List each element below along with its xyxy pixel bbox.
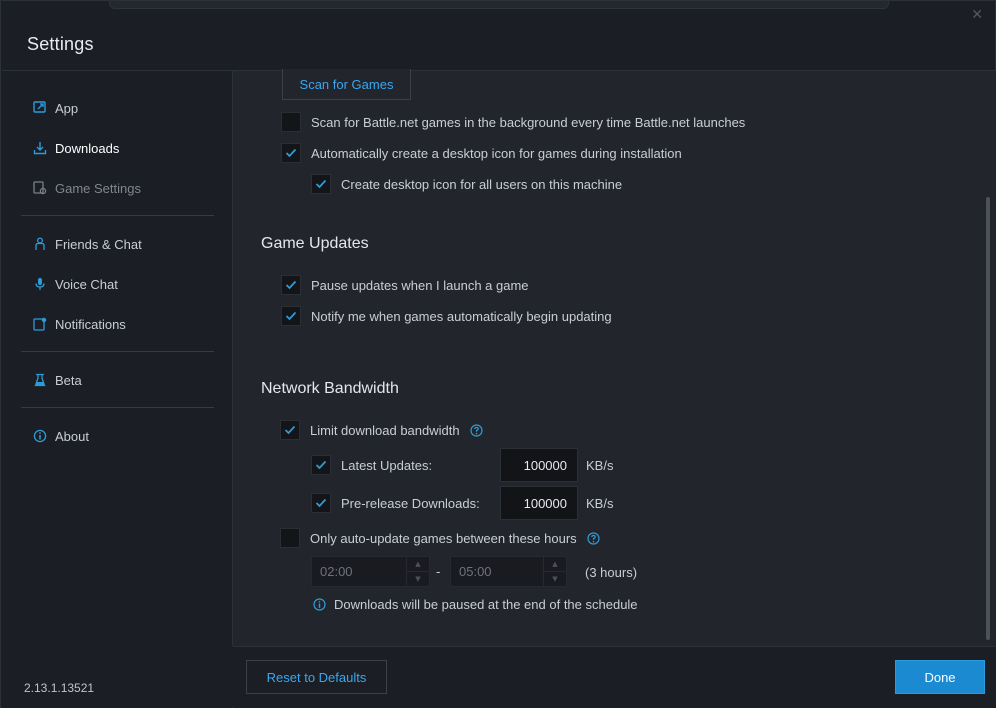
sidebar-item-about[interactable]: About (32, 425, 89, 447)
version-label: 2.13.1.13521 (24, 681, 95, 695)
unit-label: KB/s (586, 496, 614, 511)
help-icon[interactable] (587, 531, 600, 545)
option-label: Only auto-update games between these hou… (310, 530, 577, 546)
background-window-edge (109, 1, 889, 9)
unit-label: KB/s (586, 458, 614, 473)
beta-flask-icon (32, 372, 48, 388)
scan-background-option[interactable]: Scan for Battle.net games in the backgro… (281, 112, 745, 132)
pause-updates-checkbox[interactable] (281, 275, 301, 295)
pause-updates-option[interactable]: Pause updates when I launch a game (281, 275, 529, 295)
start-time-input[interactable]: 02:00 ▲ ▼ (311, 556, 430, 587)
sidebar-item-beta[interactable]: Beta (32, 369, 82, 391)
sidebar-item-label: Notifications (55, 316, 126, 332)
prerelease-downloads-input[interactable]: 100000 (500, 486, 578, 520)
desktop-icon-option[interactable]: Automatically create a desktop icon for … (281, 143, 682, 163)
sidebar-item-label: App (55, 100, 79, 116)
prerelease-downloads-option[interactable]: Pre-release Downloads: (311, 493, 480, 513)
latest-updates-option[interactable]: Latest Updates: (311, 455, 432, 475)
checkmark-icon (285, 311, 297, 321)
prerelease-downloads-checkbox[interactable] (311, 493, 331, 513)
latest-updates-input[interactable]: 100000 (500, 448, 578, 482)
close-icon[interactable]: ✕ (971, 7, 983, 23)
time-range-separator: - (436, 564, 441, 579)
checkmark-icon (315, 179, 327, 189)
sidebar-item-label: About (55, 428, 89, 444)
sidebar-item-label: Voice Chat (55, 276, 118, 292)
downloads-settings-panel: Scan for Games Scan for Battle.net games… (232, 69, 996, 646)
download-icon (32, 140, 48, 156)
friends-icon (32, 236, 48, 252)
sidebar-item-label: Downloads (55, 140, 120, 156)
sidebar-item-label: Beta (55, 372, 82, 388)
end-time-input[interactable]: 05:00 ▲ ▼ (450, 556, 567, 587)
start-time-value: 02:00 (320, 564, 353, 579)
scan-background-checkbox[interactable] (281, 112, 301, 132)
sidebar-item-game-settings[interactable]: Game Settings (32, 177, 141, 199)
chevron-down-icon[interactable]: ▼ (544, 571, 566, 586)
info-text: Downloads will be paused at the end of t… (334, 597, 638, 612)
done-button[interactable]: Done (895, 660, 985, 694)
checkmark-icon (315, 498, 327, 508)
option-label: Limit download bandwidth (310, 422, 460, 438)
footer: Reset to Defaults Done (233, 646, 996, 708)
option-label: Scan for Battle.net games in the backgro… (311, 114, 746, 130)
option-label: Pause updates when I launch a game (311, 277, 529, 293)
sidebar-divider (21, 215, 214, 216)
notify-updating-option[interactable]: Notify me when games automatically begin… (281, 306, 612, 326)
checkmark-icon (315, 460, 327, 470)
settings-window: ✕ Settings App Downloads Game Settings F… (0, 0, 996, 708)
sidebar-item-app[interactable]: App (32, 97, 78, 119)
option-label: Notify me when games automatically begin… (311, 308, 612, 324)
sidebar-divider (21, 407, 214, 408)
scrollbar[interactable] (986, 197, 990, 640)
all-users-option[interactable]: Create desktop icon for all users on thi… (311, 174, 622, 194)
game-settings-icon (32, 180, 48, 196)
notify-updating-checkbox[interactable] (281, 306, 301, 326)
page-title: Settings (27, 34, 94, 54)
app-icon (32, 100, 48, 116)
chevron-up-icon[interactable]: ▲ (544, 557, 566, 571)
option-label: Create desktop icon for all users on thi… (341, 176, 623, 192)
chevron-up-icon[interactable]: ▲ (407, 557, 429, 571)
sidebar-item-notifications[interactable]: Notifications (32, 313, 126, 335)
all-users-checkbox[interactable] (311, 174, 331, 194)
checkmark-icon (285, 148, 297, 158)
checkmark-icon (285, 280, 297, 290)
sidebar-item-label: Friends & Chat (55, 236, 142, 252)
schedule-checkbox[interactable] (280, 528, 300, 548)
notification-icon (32, 316, 48, 332)
desktop-icon-checkbox[interactable] (281, 143, 301, 163)
scan-for-games-button[interactable]: Scan for Games (282, 69, 411, 100)
end-time-value: 05:00 (459, 564, 492, 579)
info-icon (32, 428, 48, 444)
sidebar: App Downloads Game Settings Friends & Ch… (2, 71, 232, 708)
game-updates-heading: Game Updates (261, 235, 369, 252)
limit-bandwidth-checkbox[interactable] (280, 420, 300, 440)
time-spinner[interactable]: ▲ ▼ (406, 557, 429, 586)
sidebar-item-friends-chat[interactable]: Friends & Chat (32, 233, 142, 255)
time-spinner[interactable]: ▲ ▼ (543, 557, 566, 586)
option-label: Pre-release Downloads: (341, 495, 480, 511)
schedule-info: Downloads will be paused at the end of t… (313, 597, 638, 612)
chevron-down-icon[interactable]: ▼ (407, 571, 429, 586)
limit-bandwidth-option[interactable]: Limit download bandwidth (280, 420, 483, 440)
reset-to-defaults-button[interactable]: Reset to Defaults (246, 660, 387, 694)
option-label: Latest Updates: (341, 457, 433, 473)
network-bandwidth-heading: Network Bandwidth (261, 380, 399, 397)
info-icon (313, 598, 326, 611)
latest-updates-checkbox[interactable] (311, 455, 331, 475)
sidebar-item-downloads[interactable]: Downloads (32, 137, 119, 159)
checkmark-icon (284, 425, 296, 435)
sidebar-divider (21, 351, 214, 352)
option-label: Automatically create a desktop icon for … (311, 145, 682, 161)
sidebar-item-label: Game Settings (55, 180, 141, 196)
help-icon[interactable] (470, 423, 483, 437)
schedule-duration: (3 hours) (585, 565, 638, 580)
sidebar-item-voice-chat[interactable]: Voice Chat (32, 273, 118, 295)
microphone-icon (32, 276, 48, 292)
schedule-option[interactable]: Only auto-update games between these hou… (280, 528, 600, 548)
